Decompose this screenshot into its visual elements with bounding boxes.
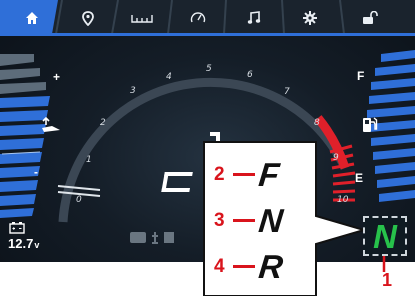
gear-row-reverse: 4 R [214,248,285,285]
gear-row-forward-dash [233,173,255,176]
gear-row-reverse-number: 4 [214,255,225,277]
gear-indicator-callout-number: 1 [382,270,393,290]
gear-callout: 2 F 3 N 4 R N 1 [0,0,415,296]
gear-row-reverse-letter: R [257,248,285,285]
gear-row-neutral-dash [233,219,255,222]
gear-row-forward-letter: F [257,156,282,193]
gear-position-letter: N [373,217,397,255]
gear-row-neutral-number: 3 [214,209,225,231]
gear-row-forward-number: 2 [214,163,225,185]
callout-panel [203,141,386,296]
gear-row-neutral-letter: N [257,202,285,239]
gear-row-forward: 2 F [214,156,282,193]
gear-position-indicator: N [363,216,407,256]
gear-row-reverse-dash [233,265,255,268]
gear-row-neutral: 3 N [214,202,285,239]
